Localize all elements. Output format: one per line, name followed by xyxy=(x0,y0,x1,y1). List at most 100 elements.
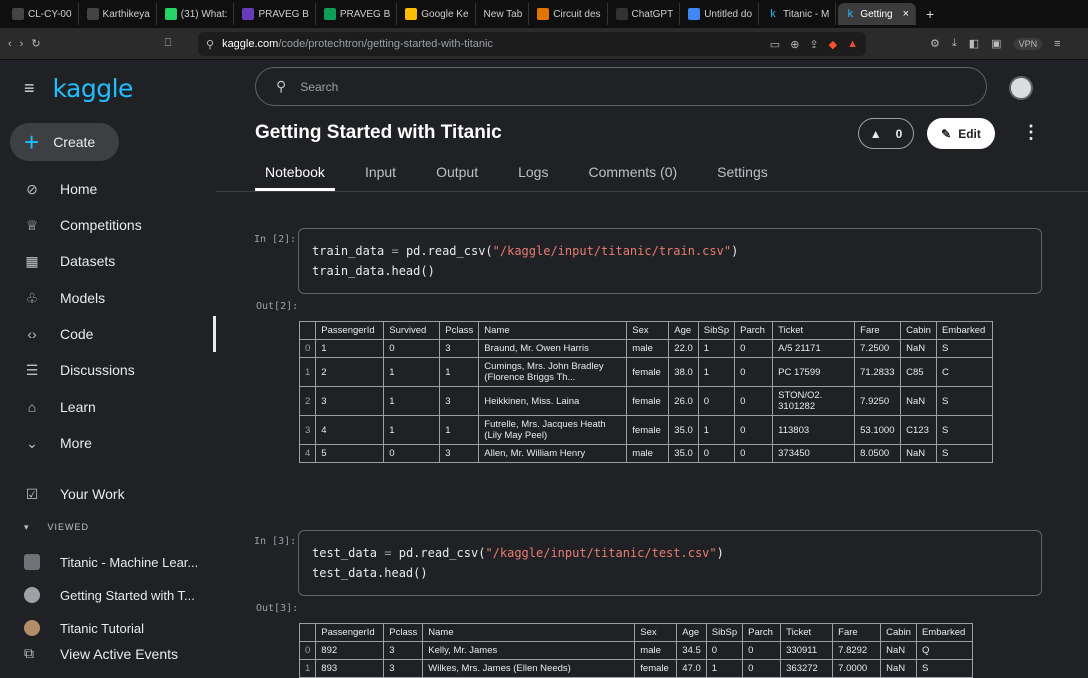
sidebar-item-learn[interactable]: ⌂ Learn xyxy=(0,389,216,425)
test-data-table: PassengerId Pclass Name Sex Age SibSp Parch Tic… xyxy=(298,623,973,678)
download-icon[interactable]: ⤓ xyxy=(952,37,957,50)
extensions-icon[interactable]: ⚙ xyxy=(930,37,940,50)
browser-tab[interactable]: k Getting × xyxy=(838,3,917,25)
your-work-icon: ☑ xyxy=(25,485,39,502)
compass-icon: ⊘ xyxy=(26,180,38,197)
browser-tab[interactable]: ChatGPT xyxy=(610,3,681,25)
sidebar-toggle-icon[interactable]: ◧ xyxy=(969,37,979,50)
table-cell: female xyxy=(634,659,678,678)
table-cell: 7.8292 xyxy=(832,641,882,660)
more-options-icon[interactable]: ⋮ xyxy=(1022,122,1040,143)
brave-rewards-icon[interactable]: ▲ xyxy=(847,38,858,51)
browser-tab[interactable]: (31) What: xyxy=(159,3,235,25)
browser-tab[interactable]: New Tab xyxy=(478,3,530,25)
sidebar-item-your-work[interactable]: ☑ Your Work xyxy=(0,476,216,512)
sidebar: ≡ kaggle + Create ⊘ Home ♕ Competitions ▦ Dat… xyxy=(0,60,216,678)
browser-tab[interactable]: PRAVEG B xyxy=(318,3,398,25)
table-row: 3 4 1 1 Futrelle, Mrs. Jacques Heath (Lily M… xyxy=(298,415,993,445)
close-tab-icon[interactable]: × xyxy=(903,8,909,20)
tab-output[interactable]: Output xyxy=(426,160,488,191)
row-index: 2 xyxy=(298,386,317,416)
zoom-icon[interactable]: ⊕ xyxy=(790,38,799,51)
column-header: SibSp xyxy=(697,321,736,340)
column-header: Pclass xyxy=(439,321,480,340)
table-cell: 1 xyxy=(383,386,441,416)
new-tab-icon[interactable]: + xyxy=(926,6,934,22)
browser-tab[interactable]: CL-CY-00 xyxy=(6,3,79,25)
upvote-button[interactable]: ▲ 0 xyxy=(858,118,914,149)
docs-icon xyxy=(688,8,701,20)
table-row: 0 892 3 Kelly, Mr. James male 34.5 0 0 330911 7.8… xyxy=(298,641,973,660)
browser-tab[interactable]: Circuit des xyxy=(531,3,608,25)
forward-icon[interactable]: › xyxy=(20,38,24,50)
table-cell: 4 xyxy=(315,415,385,445)
table-cell: 35.0 xyxy=(668,415,699,445)
recent-item[interactable]: Titanic Tutorial xyxy=(24,620,144,636)
table-cell: 1 xyxy=(383,357,441,387)
tab-settings[interactable]: Settings xyxy=(707,160,778,191)
search-input[interactable]: ⚲ Search xyxy=(255,67,987,106)
tab-logs[interactable]: Logs xyxy=(508,160,558,191)
wallet-icon[interactable]: ▣ xyxy=(991,37,1001,50)
browser-tab[interactable]: k Titanic - M xyxy=(761,3,837,25)
table-cell: 34.5 xyxy=(676,641,707,660)
forms-icon xyxy=(242,8,255,20)
view-active-events-link[interactable]: ⧉ View Active Events xyxy=(24,645,178,662)
kaggle-logo[interactable]: kaggle xyxy=(53,74,134,103)
cast-icon[interactable]: ▭ xyxy=(770,38,780,51)
sidebar-item-discussions[interactable]: ☰ Discussions xyxy=(0,352,216,388)
code-cell[interactable]: train_data = pd.read_csv("/kaggle/input/… xyxy=(298,228,1042,294)
browser-tab[interactable]: Google Ke xyxy=(399,3,476,25)
browser-tab[interactable]: Untitled do xyxy=(682,3,760,25)
menu-icon[interactable]: ≡ xyxy=(1054,38,1060,50)
brave-shield-icon[interactable]: ◆ xyxy=(829,38,837,51)
share-icon[interactable]: ⇪ xyxy=(809,38,818,51)
table-cell: Wilkes, Mrs. James (Ellen Needs) xyxy=(422,659,636,678)
column-header xyxy=(298,321,317,340)
table-cell: 0 xyxy=(734,386,774,416)
hamburger-icon[interactable]: ≡ xyxy=(24,78,35,99)
table-cell: Futrelle, Mrs. Jacques Heath (Lily May P… xyxy=(478,415,628,445)
sidebar-item-models[interactable]: ♧ Models xyxy=(0,280,216,316)
tab-notebook[interactable]: Notebook xyxy=(255,160,335,191)
row-index: 0 xyxy=(298,641,317,660)
tab-input[interactable]: Input xyxy=(355,160,406,191)
create-label: Create xyxy=(53,134,96,150)
vpn-button[interactable]: VPN xyxy=(1013,37,1043,50)
reload-icon[interactable]: ↻ xyxy=(31,37,40,50)
edit-button[interactable]: ✎ Edit xyxy=(927,118,995,149)
sidebar-item-datasets[interactable]: ▦ Datasets xyxy=(0,243,216,279)
table-row: 0 1 0 3 Braund, Mr. Owen Harris male 22.0 1 0 A/5… xyxy=(298,339,993,358)
table-cell: 3 xyxy=(315,386,385,416)
table-cell: male xyxy=(634,641,678,660)
code-cell[interactable]: test_data = pd.read_csv("/kaggle/input/t… xyxy=(298,530,1042,596)
code-variable: test_data xyxy=(312,546,378,560)
table-cell: 1 xyxy=(439,415,480,445)
row-index: 1 xyxy=(298,659,317,678)
browser-tab[interactable]: Karthikeya xyxy=(81,3,157,25)
back-icon[interactable]: ‹ xyxy=(8,38,12,50)
site-info-icon[interactable]: ⚲ xyxy=(206,38,214,51)
column-header: Sex xyxy=(634,623,678,642)
bookmark-icon[interactable]: ⎕ xyxy=(165,37,172,50)
recent-item[interactable]: Titanic - Machine Lear... xyxy=(24,554,198,570)
table-cell: 1 xyxy=(705,659,744,678)
avatar[interactable] xyxy=(1009,76,1033,100)
sidebar-item-home[interactable]: ⊘ Home xyxy=(0,171,216,207)
sidebar-item-label: Code xyxy=(60,326,94,342)
recent-item[interactable]: Getting Started with T... xyxy=(24,587,195,603)
column-header: Parch xyxy=(734,321,774,340)
notebook-thumbnail xyxy=(24,554,40,570)
browser-tab[interactable]: PRAVEG B xyxy=(236,3,316,25)
url-field[interactable]: ⚲ kaggle.com /code/protechtron/getting-s… xyxy=(198,32,866,56)
table-cell: 0 xyxy=(734,339,774,358)
viewed-section-header[interactable]: ▾ VIEWED xyxy=(24,522,89,533)
sidebar-item-competitions[interactable]: ♕ Competitions xyxy=(0,207,216,243)
sidebar-item-more[interactable]: ⌄ More xyxy=(0,425,216,461)
tab-comments[interactable]: Comments (0) xyxy=(578,160,687,191)
table-cell: 2 xyxy=(315,357,385,387)
table-row: 2 3 1 3 Heikkinen, Miss. Laina female 26.0 0 0 ST… xyxy=(298,386,993,416)
table-cell: 1 xyxy=(383,415,441,445)
create-button[interactable]: + Create xyxy=(10,123,119,161)
sidebar-item-code[interactable]: ‹› Code xyxy=(0,316,216,352)
